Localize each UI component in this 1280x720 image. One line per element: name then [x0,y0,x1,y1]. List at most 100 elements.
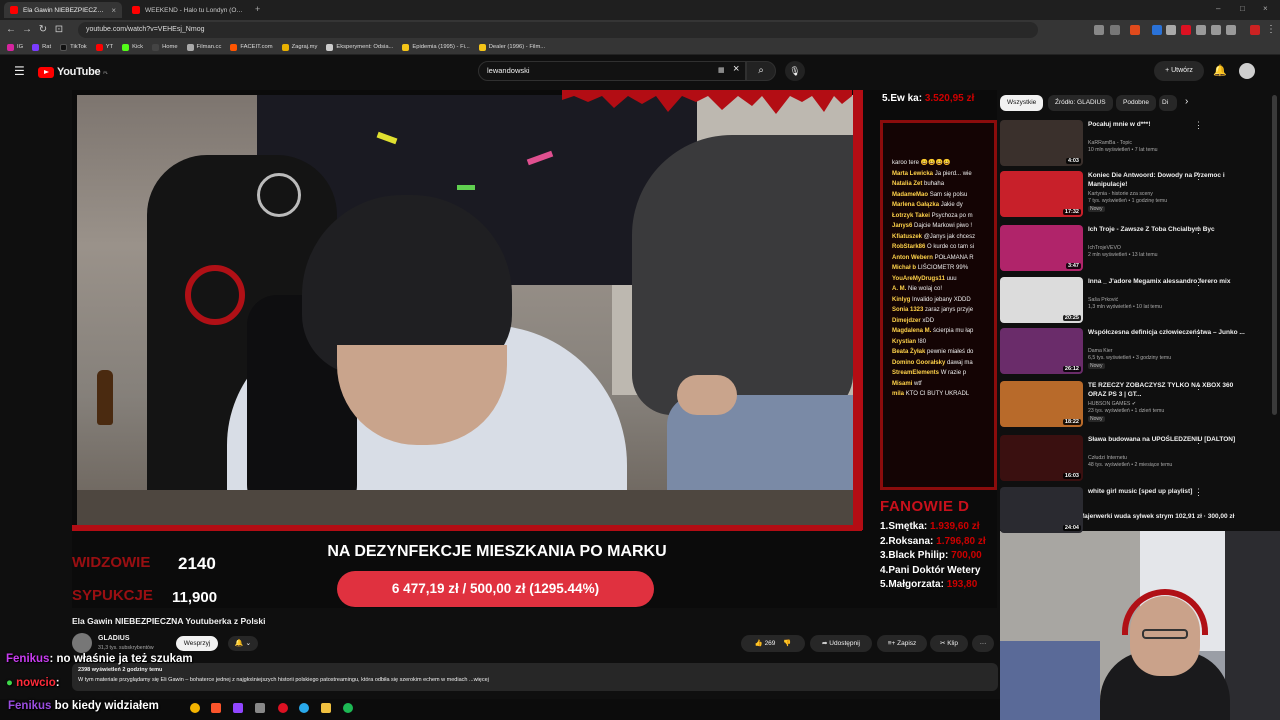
more-options-icon[interactable]: ⋮ [1194,328,1203,339]
bookmark-yt[interactable]: YT [95,43,113,51]
recommendation-title[interactable]: Koniec Die Antwoord: Dowody na Przemoc i… [1088,171,1253,189]
clear-search-icon[interactable]: × [733,63,739,75]
recommendation-title[interactable]: Ich Troje - Zawsze Z Toba Chcialbym Byc [1088,225,1253,234]
notifications-bell-icon[interactable]: 🔔 [1213,64,1227,77]
voice-search-icon[interactable]: 🎙 [785,61,805,81]
bookmark-epidemia[interactable]: Epidemia (1995) - Fi... [402,43,470,51]
more-options-icon[interactable]: ⋮ [1194,171,1203,182]
recommendation-channel[interactable]: Saša Prković [1088,297,1118,303]
app-taskbar-icon[interactable] [255,703,265,713]
video-player[interactable]: 5.Ew ka: 3.520,95 zł karoo tere 😀😀😀😀 Mart… [72,90,997,608]
recommendation-title[interactable]: Pocałuj mnie w d***! [1088,120,1253,129]
thumbs-down-icon[interactable]: 👎 [783,640,791,647]
telegram-taskbar-icon[interactable] [299,703,309,713]
bookmark-home[interactable]: Home [152,43,178,51]
account-avatar[interactable] [1239,63,1255,79]
save-button[interactable]: ≡+ Zapisz [877,635,927,652]
chip-more[interactable]: Di [1159,95,1177,111]
extension-icon[interactable] [1181,25,1191,35]
search-button[interactable]: ⌕ [746,61,776,81]
new-tab-icon[interactable]: + [255,4,260,14]
site-info-icon[interactable]: ⊡ [52,23,66,37]
chevron-right-icon[interactable]: › [1185,96,1188,107]
app-taskbar-icon[interactable] [233,703,243,713]
more-options-icon[interactable]: ⋮ [1194,120,1203,131]
thumbs-up-icon[interactable]: 👍 [755,640,763,647]
bookmark-dealer[interactable]: Dealer (1996) - Film... [478,43,545,51]
extension-icon[interactable] [1152,25,1162,35]
minimize-icon[interactable]: – [1216,4,1220,13]
chrome-taskbar-icon[interactable] [190,703,200,713]
recommendation-item[interactable]: 17:32 Koniec Die Antwoord: Dowody na Prze… [1000,171,1276,221]
recommendation-channel[interactable]: IchTrojeVEVO [1088,245,1121,251]
extension-icon[interactable] [1110,25,1120,35]
recommendation-title[interactable]: TE RZECZY ZOBACZYSZ TYLKO NA XBOX 360 OR… [1088,381,1253,399]
bookmark-zagraj[interactable]: Zagraj.my [281,43,317,51]
recommendation-title[interactable]: Inna _ J'adore Megamix alessandro ferero… [1088,277,1253,286]
recommendation-item[interactable]: 16:03 Sława budowana na UPOŚLEDZENIU [DAL… [1000,435,1276,485]
close-tab-icon[interactable]: × [111,6,116,15]
recommendation-thumbnail[interactable]: 17:32 [1000,171,1083,217]
bookmark-rat[interactable]: Rat [32,43,51,51]
recommendation-thumbnail[interactable]: 26:12 [1000,328,1083,374]
bookmark-kick[interactable]: Kick [122,43,143,51]
more-options-icon[interactable]: ⋮ [1194,381,1203,392]
recommendation-title[interactable]: Współczesna definicja człowieczeństwa – … [1088,328,1253,337]
more-options-icon[interactable]: ⋮ [1194,487,1203,498]
chip-source[interactable]: Źródło: GLADIUS [1048,95,1113,111]
recommendation-thumbnail[interactable]: 16:03 [1000,435,1083,481]
recommendation-thumbnail[interactable]: 3:47 [1000,225,1083,271]
profile-icon[interactable] [1250,25,1260,35]
brave-taskbar-icon[interactable] [211,703,221,713]
back-icon[interactable]: ← [4,23,18,37]
recommendation-item[interactable]: 18:22 TE RZECZY ZOBACZYSZ TYLKO NA XBOX 3… [1000,381,1276,431]
forward-icon[interactable]: → [20,23,34,37]
app-taskbar-icon[interactable] [321,703,331,713]
recommendation-channel[interactable]: Człudzi Internetu [1088,455,1127,461]
youtube-logo[interactable]: YouTube PL [38,66,108,78]
recommendation-item[interactable]: 3:47 Ich Troje - Zawsze Z Toba Chcialbym … [1000,225,1276,275]
recommendation-channel[interactable]: KaRRamBa - Topic [1088,140,1132,146]
chip-similar[interactable]: Podobne [1116,95,1157,111]
more-options-icon[interactable]: ⋮ [1194,435,1203,446]
recommendation-thumbnail[interactable]: 18:22 [1000,381,1083,427]
extension-icon[interactable] [1196,25,1206,35]
close-window-icon[interactable]: × [1263,4,1268,13]
recommendation-item[interactable]: 24:04 white girl music [sped up playlist]… [1000,487,1276,537]
browser-tab[interactable]: WEEKEND - Halo tu Londyn (Oficjaln [126,2,250,18]
chip-all[interactable]: Wszystkie [1000,95,1044,111]
recommendation-item[interactable]: 26:12 Współczesna definicja człowieczeńst… [1000,328,1276,378]
bookmark-filman[interactable]: Filman.cc [186,43,221,51]
recommendation-title[interactable]: white girl music [sped up playlist] [1088,487,1253,496]
download-icon[interactable] [1211,25,1221,35]
recommendation-title[interactable]: Sława budowana na UPOŚLEDZENIU [DALTON] [1088,435,1253,444]
bookmark-tiktok[interactable]: TikTok [60,43,87,51]
hamburger-menu-icon[interactable]: ☰ [14,64,25,78]
keyboard-icon[interactable]: ▦ [718,66,725,74]
app-taskbar-icon[interactable] [278,703,288,713]
notification-bell-button[interactable]: 🔔 ⌄ [228,636,258,651]
more-actions-button[interactable]: ··· [972,635,994,652]
clip-button[interactable]: ✂ Klip [930,635,968,652]
channel-name[interactable]: GLADIUS [98,635,130,642]
recommendation-channel[interactable]: Kartynia - historie zza sceny [1088,191,1153,197]
channel-avatar[interactable] [72,633,92,653]
create-button[interactable]: + Utwórz [1154,61,1204,81]
recommendation-item[interactable]: 20:25 Inna _ J'adore Megamix alessandro f… [1000,277,1276,327]
extension-icon[interactable] [1094,25,1104,35]
spotify-taskbar-icon[interactable] [343,703,353,713]
address-bar[interactable]: youtube.com/watch?v=VEHEsj_Nmog [78,22,1038,38]
recommendation-channel[interactable]: Dama Kier [1088,348,1113,354]
extension-icon[interactable] [1166,25,1176,35]
bookmark-ig[interactable]: IG [7,43,23,51]
bookmark-eksperyment[interactable]: Eksperyment: Odsia... [326,43,393,51]
reload-icon[interactable]: ↻ [36,23,50,37]
recommendation-thumbnail[interactable]: 4:03 [1000,120,1083,166]
menu-icon[interactable]: ⋮ [1264,23,1278,37]
browser-tab-active[interactable]: Ela Gawin NIEBEZPIECZNA Yo × [4,2,122,18]
support-button[interactable]: Wesprzyj [176,636,218,651]
like-count[interactable]: 269 [765,640,776,647]
maximize-icon[interactable]: □ [1240,4,1245,13]
recommendation-channel[interactable]: HUBSON GAMES ✔ [1088,401,1136,407]
more-options-icon[interactable]: ⋮ [1194,277,1203,288]
